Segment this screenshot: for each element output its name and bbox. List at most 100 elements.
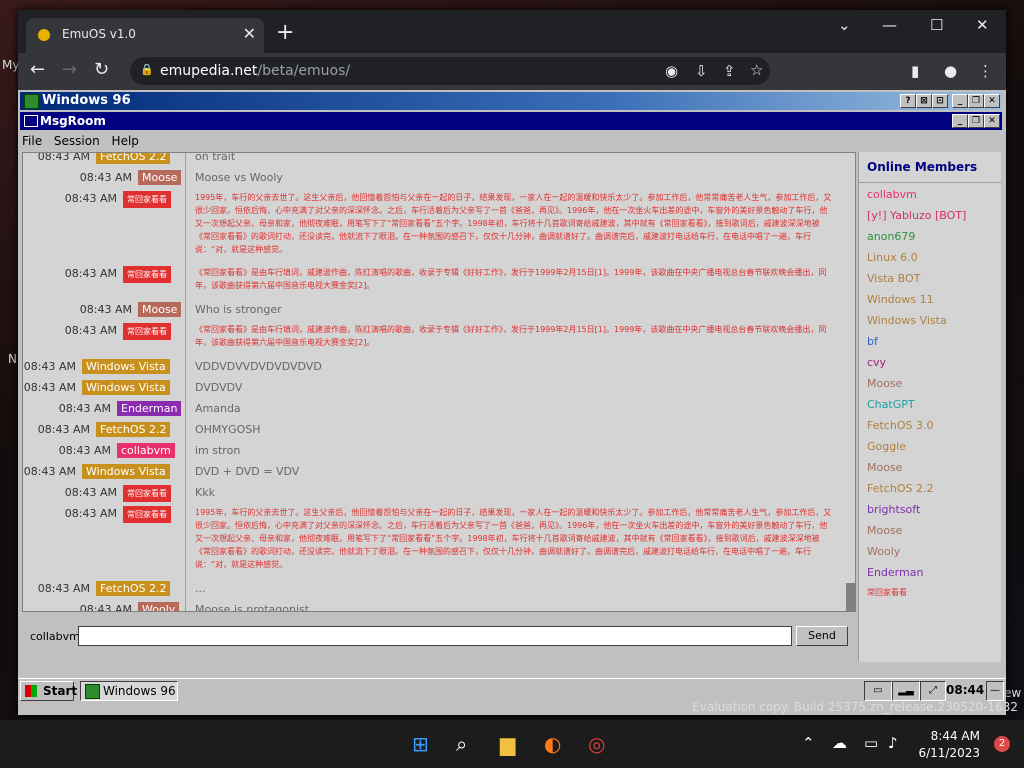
member-item[interactable]: Enderman xyxy=(867,566,923,579)
w96-restore-button[interactable]: ❐ xyxy=(968,94,984,108)
msgroom-minimize-button[interactable]: _ xyxy=(952,114,968,128)
member-item[interactable]: Moose xyxy=(867,461,902,474)
menu-session[interactable]: Session xyxy=(54,134,100,148)
menu-kebab-icon[interactable]: ⋮ xyxy=(978,62,993,80)
tab-search-button[interactable]: ⌄ xyxy=(838,16,851,34)
menu-file[interactable]: File xyxy=(22,134,42,148)
popout-button[interactable]: ⊡ xyxy=(932,94,948,108)
maximize-button[interactable]: ☐ xyxy=(930,16,943,34)
fullscreen-tray-icon[interactable]: ⤢ xyxy=(920,681,946,701)
member-item[interactable]: FetchOS 2.2 xyxy=(867,482,933,495)
show-hidden-icons-icon[interactable]: ⌃ xyxy=(802,734,815,752)
member-item[interactable]: Wooly xyxy=(867,545,900,558)
notification-badge[interactable]: 2 xyxy=(994,736,1010,752)
user-badge[interactable]: collabvm xyxy=(117,443,175,458)
volume-icon[interactable]: ♪ xyxy=(888,734,898,752)
member-item[interactable]: FetchOS 3.0 xyxy=(867,419,933,432)
member-item[interactable]: cvy xyxy=(867,356,886,369)
member-item[interactable]: Windows 11 xyxy=(867,293,934,306)
chat-log[interactable]: 08:43 AM FetchOS 2.2 on trait 08:43 AM Moose… xyxy=(22,152,856,612)
desktop-label-ew[interactable]: ew xyxy=(1004,686,1021,700)
close-window-button[interactable]: ✕ xyxy=(976,16,989,34)
user-badge[interactable]: FetchOS 2.2 xyxy=(96,153,171,164)
file-explorer-icon[interactable]: ▆ xyxy=(500,732,515,756)
back-arrow-icon[interactable]: ← xyxy=(30,59,45,80)
address-bar[interactable]: 🔒 emupedia.net/beta/emuos/ ◉ ⇩ ⇪ ☆ xyxy=(130,57,770,85)
install-app-icon[interactable]: ⇩ xyxy=(695,62,708,80)
windows-start-icon[interactable]: ⊞ xyxy=(412,732,429,756)
tab-bar: EmuOS v1.0 ✕ + ⌄ — ☐ ✕ xyxy=(18,10,1006,53)
msgroom-titlebar[interactable]: MsgRoom _ ❐ ✕ xyxy=(20,112,1002,130)
msgroom-close-button[interactable]: ✕ xyxy=(984,114,1000,128)
chat-message: 08:43 AM Wooly Moose is protagonist xyxy=(23,600,843,611)
member-item[interactable]: Vista BOT xyxy=(867,272,920,285)
user-badge[interactable]: Moose xyxy=(138,170,182,185)
search-icon[interactable]: ⌕ xyxy=(456,732,467,756)
signal-tray-icon[interactable]: ▂▃ xyxy=(892,681,920,701)
member-item[interactable]: bf xyxy=(867,335,878,348)
windows96-titlebar[interactable]: Windows 96 ? ⊠ ⊡ _ ❐ ✕ xyxy=(20,92,1002,110)
member-item[interactable]: ChatGPT xyxy=(867,398,915,411)
member-item[interactable]: Windows Vista xyxy=(867,314,947,327)
start-button[interactable]: Start xyxy=(20,681,78,701)
member-item[interactable]: Linux 6.0 xyxy=(867,251,918,264)
share-icon[interactable]: ⇪ xyxy=(723,62,736,80)
member-item[interactable]: brightsoft xyxy=(867,503,920,516)
user-badge[interactable]: Windows Vista xyxy=(82,359,170,374)
minimize-button[interactable]: — xyxy=(882,16,897,34)
system-clock[interactable]: 8:44 AM 6/11/2023 xyxy=(918,728,980,762)
w96-minimize-button[interactable]: _ xyxy=(952,94,968,108)
user-badge[interactable]: Windows Vista xyxy=(82,380,170,395)
user-badge[interactable]: Enderman xyxy=(117,401,182,416)
desktop-label-my[interactable]: My xyxy=(2,58,19,72)
w96-close-button[interactable]: ✕ xyxy=(984,94,1000,108)
chat-message: 08:43 AM Enderman Amanda xyxy=(23,399,843,420)
message-input[interactable] xyxy=(78,626,792,646)
user-badge[interactable]: 常回家看看 xyxy=(123,266,171,283)
chat-tray-icon[interactable]: ▭ xyxy=(864,681,892,701)
browser-tab[interactable]: EmuOS v1.0 ✕ xyxy=(26,18,264,53)
user-badge[interactable]: 常回家看看 xyxy=(123,323,171,340)
desktop-label-n[interactable]: N xyxy=(8,352,17,366)
fullscreen-button[interactable]: ⊠ xyxy=(916,94,932,108)
member-item[interactable]: collabvm xyxy=(867,188,917,201)
tab-close-button[interactable]: ✕ xyxy=(243,24,256,43)
member-item[interactable]: Moose xyxy=(867,377,902,390)
chat-message: 08:43 AM 常回家看看 Kkk xyxy=(23,483,843,504)
help-button[interactable]: ? xyxy=(900,94,916,108)
google-lens-icon[interactable]: ◉ xyxy=(665,62,678,80)
msgroom-restore-button[interactable]: ❐ xyxy=(968,114,984,128)
user-badge[interactable]: Wooly xyxy=(138,602,180,611)
start-label: Start xyxy=(43,684,78,698)
profile-icon[interactable]: ● xyxy=(944,62,957,80)
network-off-icon[interactable]: ☁ xyxy=(832,734,847,752)
member-item[interactable]: 常回家看看 xyxy=(867,587,907,598)
taskbar-windows96-button[interactable]: Windows 96 xyxy=(80,681,178,701)
member-item[interactable]: Goggle xyxy=(867,440,906,453)
member-item[interactable]: anon679 xyxy=(867,230,915,243)
taskbar-ghost xyxy=(20,664,1002,678)
user-badge[interactable]: 常回家看看 xyxy=(123,485,171,502)
user-badge[interactable]: FetchOS 2.2 xyxy=(96,422,171,437)
user-badge[interactable]: 常回家看看 xyxy=(123,506,171,523)
menu-help[interactable]: Help xyxy=(112,134,139,148)
firefox-icon[interactable]: ◐ xyxy=(544,732,561,756)
member-item[interactable]: Moose xyxy=(867,524,902,537)
tray-minus-icon[interactable]: — xyxy=(986,681,1004,701)
bookmark-star-icon[interactable]: ☆ xyxy=(750,61,763,79)
chat-scrollbar[interactable] xyxy=(846,153,855,611)
new-tab-button[interactable]: + xyxy=(276,20,294,45)
chrome-icon[interactable]: ◎ xyxy=(588,732,605,756)
user-badge[interactable]: FetchOS 2.2 xyxy=(96,581,171,596)
display-icon[interactable]: ▭ xyxy=(864,734,878,752)
side-panel-icon[interactable]: ▮ xyxy=(911,62,919,80)
user-badge[interactable]: 常回家看看 xyxy=(123,191,171,208)
reload-icon[interactable]: ↻ xyxy=(94,59,109,80)
scrollbar-thumb[interactable] xyxy=(846,583,855,611)
send-button[interactable]: Send xyxy=(796,626,848,646)
browser-toolbar: ← → ↻ 🔒 emupedia.net/beta/emuos/ ◉ ⇩ ⇪ ☆… xyxy=(18,53,1006,90)
user-badge[interactable]: Windows Vista xyxy=(82,464,170,479)
member-item[interactable]: [y!] Yabluzo [BOT] xyxy=(867,209,966,222)
user-badge[interactable]: Moose xyxy=(138,302,182,317)
forward-arrow-icon[interactable]: → xyxy=(62,59,77,80)
